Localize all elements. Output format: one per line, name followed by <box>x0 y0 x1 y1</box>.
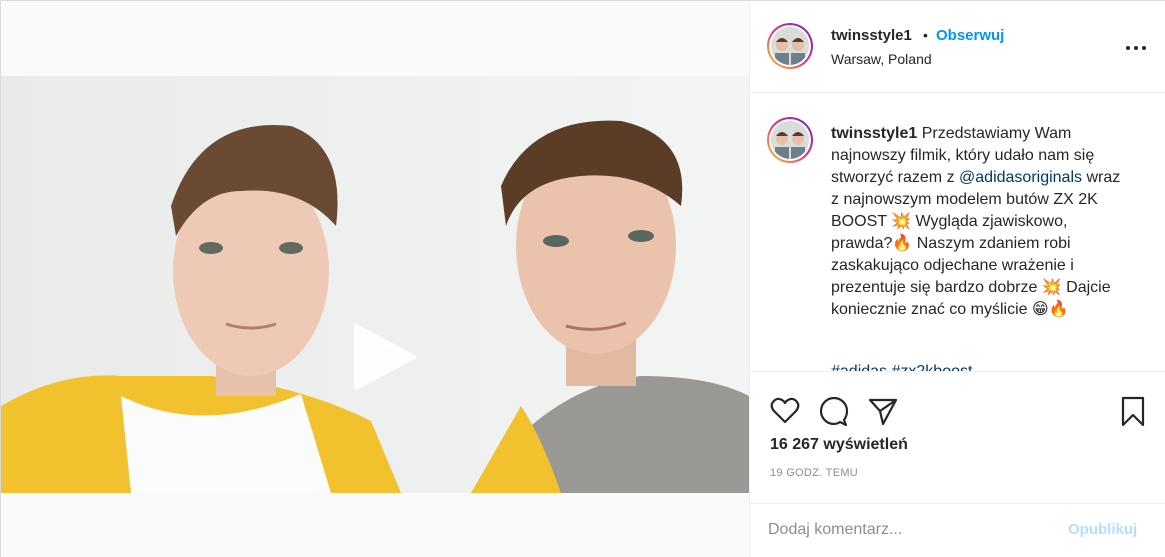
hashtag-links[interactable]: #adidas #zx2kboost <box>831 363 972 371</box>
play-icon <box>354 324 416 390</box>
post-timestamp[interactable]: 19 GODZ. TEMU <box>770 467 858 479</box>
play-button[interactable] <box>336 314 422 400</box>
comment-button[interactable] <box>817 394 851 428</box>
caption-section: twinsstyle1 Przedstawiamy Wam najnowszy … <box>750 94 1165 371</box>
bookmark-icon <box>1121 396 1145 427</box>
avatar-image <box>771 27 809 65</box>
post-sidebar: twinsstyle1 • Obserwuj Warsaw, Poland tw… <box>749 1 1165 557</box>
header-username[interactable]: twinsstyle1 <box>831 27 912 44</box>
publish-button[interactable]: Opublikuj <box>1068 521 1137 538</box>
caption-avatar[interactable] <box>767 117 813 163</box>
send-icon <box>868 398 898 426</box>
post-media <box>1 1 749 557</box>
avatar-image <box>771 121 809 159</box>
instagram-post: twinsstyle1 • Obserwuj Warsaw, Poland tw… <box>0 0 1165 557</box>
follow-button[interactable]: Obserwuj <box>936 27 1004 44</box>
caption-username[interactable]: twinsstyle1 <box>831 125 917 142</box>
comment-input[interactable] <box>768 518 1058 542</box>
view-count[interactable]: 16 267 wyświetleń <box>770 436 908 454</box>
save-button[interactable] <box>1116 394 1150 428</box>
mention-link[interactable]: @adidasoriginals <box>959 169 1082 186</box>
video-frame-image <box>1 76 749 493</box>
media-letterbox-top <box>1 1 749 76</box>
media-letterbox-bottom <box>1 493 749 557</box>
separator-dot: • <box>923 27 928 43</box>
post-caption: twinsstyle1 Przedstawiamy Wam najnowszy … <box>831 123 1126 321</box>
more-options-icon[interactable] <box>1124 35 1148 59</box>
heart-icon <box>770 397 800 424</box>
comment-form: Opublikuj <box>750 503 1165 557</box>
share-button[interactable] <box>866 394 900 428</box>
video-player[interactable] <box>1 76 749 493</box>
avatar[interactable] <box>767 23 813 69</box>
caption-text-continued: wraz z najnowszym modelem butów ZX 2K BO… <box>831 169 1121 318</box>
location-link[interactable]: Warsaw, Poland <box>831 51 932 67</box>
like-button[interactable] <box>768 394 802 428</box>
comment-icon <box>819 396 849 427</box>
post-header: twinsstyle1 • Obserwuj Warsaw, Poland <box>750 1 1165 93</box>
action-bar <box>750 371 1165 441</box>
